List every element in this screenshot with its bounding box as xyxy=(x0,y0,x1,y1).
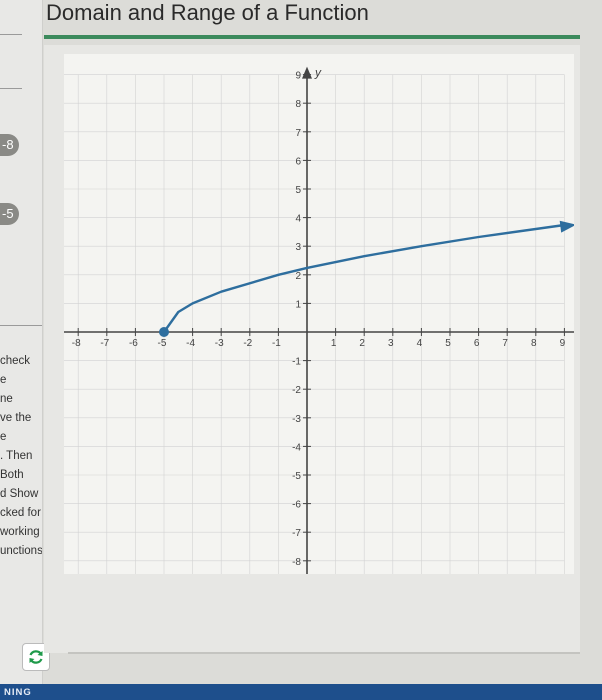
instruction-line: check xyxy=(0,355,31,367)
curve-arrow xyxy=(559,220,577,233)
y-tick-label: 9 xyxy=(295,71,301,82)
instruction-line: e xyxy=(0,431,7,443)
instructions-text: check e ne ve the e . Then Both d Show cked for w… xyxy=(0,352,42,561)
x-tick-label: -2 xyxy=(243,338,252,349)
y-tick-label: 8 xyxy=(295,99,301,110)
instruction-line: working xyxy=(0,526,40,538)
x-tick-label: 7 xyxy=(502,338,508,349)
instruction-line: cked for xyxy=(0,507,41,519)
divider xyxy=(0,88,22,89)
instruction-line: . Then xyxy=(0,450,33,462)
y-tick-label: 1 xyxy=(295,299,301,310)
x-tick-label: -1 xyxy=(272,338,281,349)
x-tick-label: -8 xyxy=(72,338,81,349)
page-title: Domain and Range of a Function xyxy=(46,0,369,25)
x-tick-label: 3 xyxy=(388,338,394,349)
divider xyxy=(0,34,22,35)
y-tick-label: 3 xyxy=(295,242,301,253)
x-tick-label: 4 xyxy=(417,338,423,349)
x-tick-label: -7 xyxy=(100,338,109,349)
y-tick-label: 6 xyxy=(295,156,301,167)
x-tick-label: 2 xyxy=(359,338,365,349)
title-underline xyxy=(44,35,580,39)
step-badge[interactable]: -5 xyxy=(0,203,19,225)
x-tick-label: -5 xyxy=(158,338,167,349)
x-tick-label: 6 xyxy=(474,338,480,349)
x-tick-label: -6 xyxy=(129,338,138,349)
y-tick-label: -1 xyxy=(292,357,301,368)
divider xyxy=(68,652,580,654)
x-tick-label: 8 xyxy=(531,338,537,349)
y-axis-label: y xyxy=(314,66,322,80)
instruction-line: Both xyxy=(0,469,24,481)
graph-panel[interactable]: xy-9-8-7-6-5-4-3-2-1123456789987654321-1… xyxy=(43,54,581,597)
y-tick-label: 7 xyxy=(295,128,301,139)
y-tick-label: 2 xyxy=(295,271,301,282)
instruction-line: ne xyxy=(0,393,13,405)
x-tick-label: 1 xyxy=(331,338,337,349)
x-tick-label: 5 xyxy=(445,338,451,349)
curve-endpoint xyxy=(159,327,169,337)
instruction-line: d Show xyxy=(0,488,39,500)
instruction-line: e xyxy=(0,374,7,386)
instruction-line: unctions. xyxy=(0,545,42,557)
y-tick-label: -6 xyxy=(292,500,301,511)
refresh-icon xyxy=(29,650,43,664)
y-tick-label: -3 xyxy=(292,414,301,425)
footer-label: NING xyxy=(4,687,32,698)
y-tick-label: -2 xyxy=(292,385,301,396)
left-sidebar: -8 -5 check e ne ve the e . Then Both d Show cke… xyxy=(0,0,43,684)
y-tick-label: -8 xyxy=(292,557,301,568)
x-tick-label: 9 xyxy=(560,338,566,349)
instruction-line: ve the xyxy=(0,412,32,424)
y-tick-label: -5 xyxy=(292,471,301,482)
x-tick-label: -3 xyxy=(215,338,224,349)
y-tick-label: -7 xyxy=(292,528,301,539)
step-badge[interactable]: -8 xyxy=(0,134,19,156)
y-tick-label: -4 xyxy=(292,442,301,453)
y-tick-label: 5 xyxy=(295,185,301,196)
footer-bar: NING xyxy=(0,684,602,700)
coordinate-plane[interactable]: xy-9-8-7-6-5-4-3-2-1123456789987654321-1… xyxy=(43,54,581,597)
x-axis-label: x xyxy=(573,313,574,327)
x-tick-label: -4 xyxy=(186,338,195,349)
y-axis-arrow xyxy=(302,66,312,79)
y-tick-label: 4 xyxy=(295,214,301,225)
divider xyxy=(0,325,42,326)
